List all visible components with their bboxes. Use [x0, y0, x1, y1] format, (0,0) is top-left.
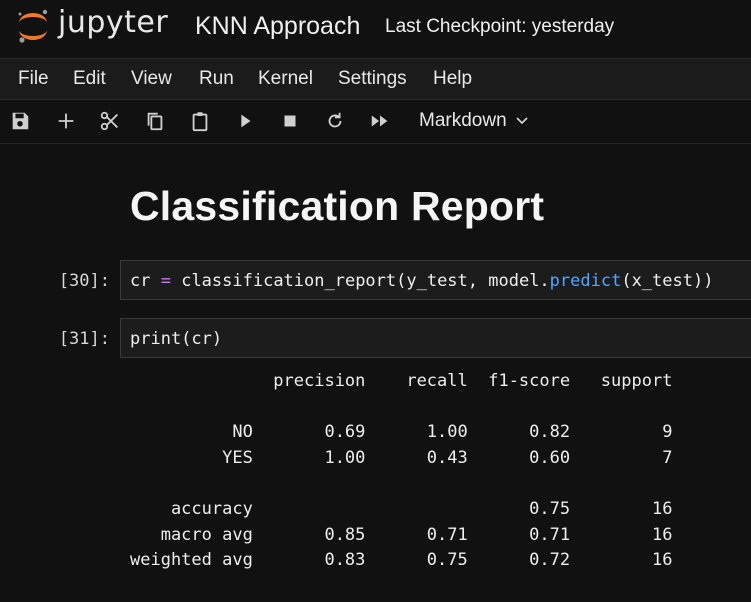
menu-view[interactable]: View — [131, 68, 172, 90]
add-cell-icon[interactable] — [54, 109, 78, 133]
menu-settings[interactable]: Settings — [338, 68, 407, 90]
run-icon[interactable] — [233, 109, 257, 133]
cell-output-31: precision recall f1-score support NO 0.6… — [130, 369, 672, 574]
stop-icon[interactable] — [278, 109, 302, 133]
code-cell-30[interactable]: cr = classification_report(y_test, model… — [120, 260, 751, 300]
code-token: (x_test)) — [621, 271, 714, 291]
report-row-macro-avg: macro avg 0.85 0.71 0.71 16 — [130, 524, 673, 545]
markdown-heading[interactable]: Classification Report — [130, 183, 544, 230]
report-row-accuracy: accuracy 0.75 16 — [130, 498, 673, 519]
menu-edit[interactable]: Edit — [73, 68, 106, 90]
code-cell-31[interactable]: print(cr) — [120, 318, 751, 358]
menu-bar: File Edit View Run Kernel Settings Help — [0, 58, 751, 99]
code-token: print(cr) — [130, 329, 223, 349]
code-method: predict — [549, 271, 622, 291]
cell-prompt-31: [31]: — [58, 329, 110, 349]
copy-icon[interactable] — [143, 109, 167, 133]
checkpoint-status: Last Checkpoint: yesterday — [385, 16, 615, 37]
code-token: classification_report(y_test, model. — [170, 271, 550, 291]
cell-type-label: Markdown — [419, 110, 507, 131]
report-header-row: precision recall f1-score support — [130, 371, 673, 391]
cut-icon[interactable] — [98, 109, 122, 133]
menu-file[interactable]: File — [18, 68, 49, 90]
notebook-toolbar: Markdown — [0, 99, 751, 144]
report-blank-row — [130, 395, 672, 421]
jupyter-wordmark: jupyter — [58, 5, 169, 40]
code-token: cr — [130, 271, 161, 291]
cell-type-select[interactable]: Markdown — [419, 110, 529, 132]
menu-help[interactable]: Help — [433, 68, 472, 90]
chevron-down-icon — [516, 117, 528, 125]
menu-run[interactable]: Run — [199, 68, 234, 90]
report-row-no: NO 0.69 1.00 0.82 9 — [130, 422, 673, 443]
jupyter-logo-icon[interactable] — [16, 7, 50, 45]
report-row-yes: YES 1.00 0.43 0.60 7 — [130, 447, 673, 468]
menu-kernel[interactable]: Kernel — [258, 68, 313, 90]
report-row-weighted-avg: weighted avg 0.83 0.75 0.72 16 — [130, 550, 673, 571]
fast-forward-icon[interactable] — [368, 109, 392, 133]
notebook-title[interactable]: KNN Approach — [195, 12, 360, 41]
save-icon[interactable] — [8, 109, 32, 133]
cell-prompt-30: [30]: — [58, 271, 110, 291]
code-operator: = — [160, 271, 171, 291]
restart-icon[interactable] — [323, 109, 347, 133]
report-blank-row — [130, 471, 672, 497]
top-header: jupyter KNN Approach Last Checkpoint: ye… — [0, 0, 751, 55]
paste-icon[interactable] — [188, 109, 212, 133]
